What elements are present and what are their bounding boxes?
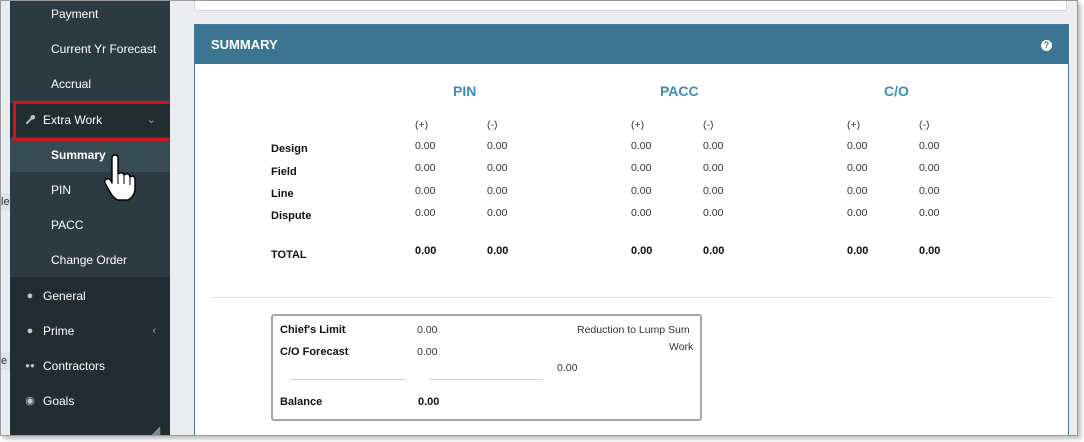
sidebar: Payment Current Yr Forecast Accrual Extr…: [10, 1, 170, 435]
sidebar-item-payment[interactable]: Payment: [10, 1, 170, 31]
cell-value: 0.00: [919, 207, 940, 219]
cell-value: 0.00: [703, 162, 724, 174]
cell-value: 0.00: [415, 162, 436, 174]
minus-header: (-): [487, 119, 498, 131]
sidebar-item-label: Change Order: [51, 253, 128, 267]
hand-cursor-icon: [104, 154, 136, 201]
highlight-annotation: [13, 101, 174, 141]
sidebar-collapse-icon[interactable]: ◢: [151, 423, 160, 435]
sidebar-item-label: Payment: [51, 7, 99, 21]
co-forecast-label: C/O Forecast: [280, 346, 349, 358]
cell-value: 0.00: [847, 140, 868, 152]
cell-value: 0.00: [415, 140, 436, 152]
cell-value: 0.00: [415, 207, 436, 219]
reduction-label: Reduction to Lump Sum: [577, 324, 690, 336]
cell-value: 0.00: [847, 162, 868, 174]
co-forecast-value: 0.00: [417, 346, 438, 358]
users-icon: ●●: [25, 361, 35, 370]
plus-header: (+): [631, 119, 645, 131]
total-value: 0.00: [847, 245, 869, 257]
row-label-field: Field: [271, 166, 297, 178]
sidebar-item-pacc[interactable]: PACC: [10, 208, 170, 242]
sidebar-item-change-order[interactable]: Change Order: [10, 243, 170, 277]
panel-title: SUMMARY: [211, 37, 278, 52]
sidebar-item-contractors[interactable]: ●● Contractors: [10, 349, 170, 383]
underline: [291, 379, 405, 380]
sidebar-item-label: Prime: [43, 324, 75, 338]
cell-value: 0.00: [487, 140, 508, 152]
cell-value: 0.00: [487, 185, 508, 197]
edge-fragment: le: [1, 193, 10, 211]
sidebar-item-current-yr-forecast[interactable]: Current Yr Forecast: [10, 32, 170, 66]
total-value: 0.00: [919, 245, 941, 257]
chevron-left-icon: ‹: [152, 325, 156, 337]
total-value: 0.00: [631, 245, 653, 257]
total-value: 0.00: [415, 245, 437, 257]
reduction-label-line2: Work: [669, 341, 694, 353]
cell-value: 0.00: [487, 207, 508, 219]
background-window-edge: le e: [1, 1, 10, 435]
minus-header: (-): [919, 119, 930, 131]
column-header-pin: PIN: [453, 83, 477, 99]
row-label-design: Design: [271, 143, 308, 155]
cell-value: 0.00: [703, 140, 724, 152]
plus-header: (+): [415, 119, 429, 131]
total-value: 0.00: [703, 245, 725, 257]
column-header-pacc: PACC: [660, 83, 699, 99]
help-icon[interactable]: ?: [1041, 40, 1052, 51]
divider: [211, 297, 1053, 298]
cell-value: 0.00: [631, 207, 652, 219]
plus-header: (+): [847, 119, 861, 131]
cell-value: 0.00: [703, 207, 724, 219]
lightbulb-icon: ●: [26, 290, 34, 302]
chiefs-limit-label: Chief's Limit: [280, 324, 346, 336]
balance-value: 0.00: [418, 396, 440, 408]
cell-value: 0.00: [415, 185, 436, 197]
limit-summary-box: Chief's Limit 0.00 C/O Forecast 0.00 Red…: [271, 314, 702, 421]
cell-value: 0.00: [487, 162, 508, 174]
cell-value: 0.00: [919, 140, 940, 152]
sidebar-item-prime[interactable]: ● Prime ‹: [10, 314, 170, 348]
chiefs-limit-value: 0.00: [417, 324, 438, 336]
row-label-total: TOTAL: [271, 249, 307, 261]
cell-value: 0.00: [847, 207, 868, 219]
cell-value: 0.00: [847, 185, 868, 197]
user-icon: ●: [26, 325, 34, 337]
app-window: le e Payment Current Yr Forecast Accrual…: [0, 0, 1078, 436]
sidebar-item-label: Accrual: [51, 77, 92, 91]
sidebar-item-label: Goals: [43, 394, 75, 408]
sidebar-item-accrual[interactable]: Accrual: [10, 67, 170, 101]
cell-value: 0.00: [919, 162, 940, 174]
row-label-line: Line: [271, 188, 294, 200]
sidebar-item-label: PACC: [51, 218, 84, 232]
sidebar-item-label: General: [43, 289, 86, 303]
sidebar-item-label: PIN: [51, 183, 72, 197]
cell-value: 0.00: [631, 185, 652, 197]
sidebar-item-summary[interactable]: Summary: [10, 138, 170, 172]
balance-label: Balance: [280, 396, 323, 408]
minus-header: (-): [703, 119, 714, 131]
panel-header: SUMMARY ?: [195, 25, 1068, 64]
summary-panel: SUMMARY ? PIN PACC C/O (+) (-) (+) (-) (…: [194, 24, 1069, 435]
sidebar-item-pin[interactable]: PIN: [10, 173, 170, 207]
top-card: [194, 1, 1067, 11]
cell-value: 0.00: [631, 140, 652, 152]
sidebar-item-label: Current Yr Forecast: [51, 42, 157, 56]
main-content: SUMMARY ? PIN PACC C/O (+) (-) (+) (-) (…: [170, 1, 1077, 435]
edge-fragment: e: [1, 352, 10, 370]
sidebar-item-goals[interactable]: ◉ Goals: [10, 384, 170, 418]
cell-value: 0.00: [703, 185, 724, 197]
underline: [429, 379, 543, 380]
cell-value: 0.00: [919, 185, 940, 197]
row-label-dispute: Dispute: [271, 210, 312, 222]
reduction-value: 0.00: [557, 362, 578, 374]
compass-icon: ◉: [25, 395, 35, 407]
sidebar-item-general[interactable]: ● General: [10, 279, 170, 313]
column-header-co: C/O: [884, 83, 909, 99]
total-value: 0.00: [487, 245, 509, 257]
sidebar-item-label: Summary: [51, 148, 106, 162]
cell-value: 0.00: [631, 162, 652, 174]
sidebar-item-label: Contractors: [43, 359, 106, 373]
